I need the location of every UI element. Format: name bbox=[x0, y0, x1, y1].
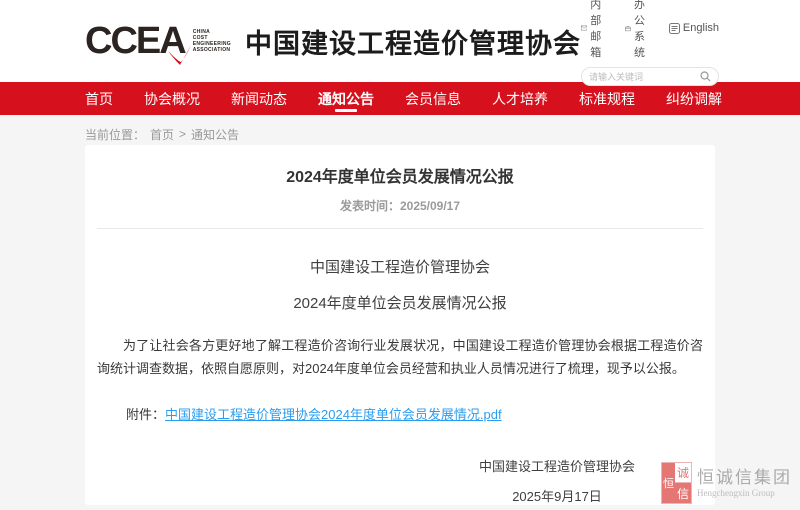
signature-date: 2025年9月17日 bbox=[457, 486, 657, 505]
logo-red-swoosh-icon bbox=[166, 43, 192, 65]
search-icon[interactable] bbox=[700, 71, 711, 82]
quick-link-label: English bbox=[683, 22, 719, 34]
breadcrumb-separator: > bbox=[179, 127, 186, 141]
article-paragraph: 为了让社会各方更好地了解工程造价咨询行业发展状况，中国建设工程造价管理协会根据工… bbox=[97, 334, 703, 380]
nav-item-news[interactable]: 新闻动态 bbox=[231, 82, 287, 115]
article-title: 2024年度单位会员发展情况公报 bbox=[85, 145, 715, 187]
attachment-label: 附件： bbox=[126, 407, 165, 422]
breadcrumb-prefix: 当前位置： bbox=[85, 126, 145, 143]
nav-item-standards[interactable]: 标准规程 bbox=[579, 82, 635, 115]
doc-heading-title: 2024年度单位会员发展情况公报 bbox=[85, 292, 715, 313]
watermark-name-en: Hengchengxin Group bbox=[697, 488, 792, 499]
main-nav: 首页 协会概况 新闻动态 通知公告 会员信息 人才培养 标准规程 纠纷调解 bbox=[0, 82, 800, 115]
nav-item-notices[interactable]: 通知公告 bbox=[318, 82, 374, 115]
logo-subtext: CHINA COST ENGINEERING ASSOCIATION bbox=[193, 29, 231, 53]
title-divider bbox=[97, 228, 703, 229]
search-input[interactable] bbox=[589, 72, 700, 82]
watermark-name: 恒诚信集团 bbox=[697, 468, 792, 488]
nav-item-members[interactable]: 会员信息 bbox=[405, 82, 461, 115]
doc-heading-org: 中国建设工程造价管理协会 bbox=[85, 256, 715, 277]
attachment-row: 附件：中国建设工程造价管理协会2024年度单位会员发展情况.pdf bbox=[126, 404, 715, 423]
watermark-text: 恒诚信集团 Hengchengxin Group bbox=[697, 468, 792, 499]
nav-item-mediation[interactable]: 纠纷调解 bbox=[666, 82, 722, 115]
seal-right-column: 诚 信 bbox=[675, 463, 691, 503]
quick-link-label: 办公系统 bbox=[634, 0, 655, 60]
mail-icon bbox=[581, 23, 587, 33]
office-icon bbox=[625, 23, 631, 34]
article-card: 2024年度单位会员发展情况公报 发表时间：2025/09/17 中国建设工程造… bbox=[85, 145, 715, 505]
publish-time: 发表时间：2025/09/17 bbox=[85, 197, 715, 214]
seal-char-left: 恒 bbox=[662, 463, 675, 503]
globe-icon bbox=[669, 23, 680, 34]
breadcrumb-home-link[interactable]: 首页 bbox=[150, 126, 174, 143]
seal-char-bottom-right: 信 bbox=[675, 483, 691, 503]
attachment-pdf-link[interactable]: 中国建设工程造价管理协会2024年度单位会员发展情况.pdf bbox=[165, 407, 502, 422]
breadcrumb-current-link[interactable]: 通知公告 bbox=[191, 126, 239, 143]
english-link[interactable]: English bbox=[669, 22, 719, 34]
signature-block: 中国建设工程造价管理协会 2025年9月17日 bbox=[457, 456, 657, 505]
signature-org: 中国建设工程造价管理协会 bbox=[457, 456, 657, 475]
nav-item-home[interactable]: 首页 bbox=[85, 82, 113, 115]
nav-item-training[interactable]: 人才培养 bbox=[492, 82, 548, 115]
internal-mail-link[interactable]: 内部邮箱 bbox=[581, 0, 611, 60]
hengchengxin-seal-icon: 恒 诚 信 bbox=[661, 462, 692, 504]
logo-acronym: CCEA bbox=[85, 22, 185, 60]
quick-link-label: 内部邮箱 bbox=[590, 0, 611, 60]
logo-subtext-line: ASSOCIATION bbox=[193, 47, 231, 53]
quick-links: 内部邮箱 办公系统 English bbox=[581, 0, 719, 60]
watermark: 恒 诚 信 恒诚信集团 Hengchengxin Group bbox=[661, 462, 792, 504]
breadcrumb: 当前位置： 首页 > 通知公告 bbox=[85, 124, 800, 144]
nav-item-about[interactable]: 协会概况 bbox=[144, 82, 200, 115]
header-right: 内部邮箱 办公系统 English bbox=[581, 0, 719, 86]
site-logo[interactable]: CCEA CHINA COST ENGINEERING ASSOCIATION … bbox=[85, 22, 581, 61]
seal-char-top-right: 诚 bbox=[675, 463, 691, 483]
site-title: 中国建设工程造价管理协会 bbox=[245, 22, 581, 61]
site-header: CCEA CHINA COST ENGINEERING ASSOCIATION … bbox=[0, 0, 800, 82]
office-system-link[interactable]: 办公系统 bbox=[625, 0, 655, 60]
